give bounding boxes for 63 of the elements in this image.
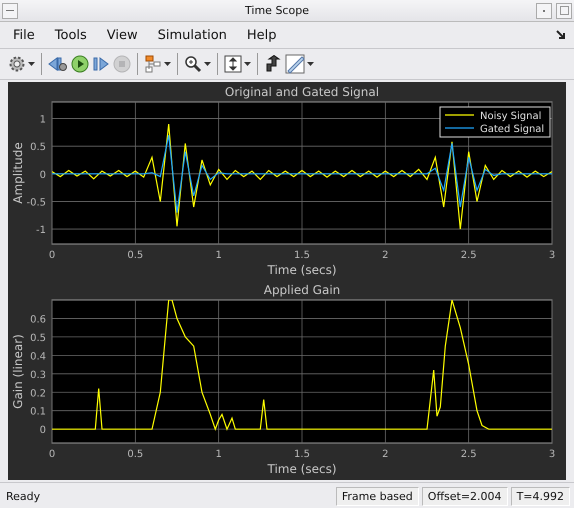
status-field: Frame based <box>336 486 419 506</box>
x-tick-label: 0.5 <box>127 250 144 261</box>
toolbar-button[interactable] <box>71 53 89 75</box>
toolbar-button[interactable] <box>224 53 251 75</box>
window-title: Time Scope <box>244 4 310 17</box>
x-tick-label: 2.5 <box>460 449 477 460</box>
menu-item[interactable]: Help <box>246 26 278 44</box>
y-tick-label: 0.5 <box>30 142 46 154</box>
menu-item[interactable]: Tools <box>54 26 88 44</box>
play-icon <box>71 55 89 73</box>
dash-icon <box>6 10 14 11</box>
step-forward-icon <box>92 55 110 73</box>
y-tick-label: 0.6 <box>30 314 46 326</box>
y-tick-label: 0 <box>40 425 46 436</box>
x-axis-title: Time (secs) <box>267 263 337 277</box>
x-axis-title: Time (secs) <box>267 462 337 476</box>
x-tick-label: 3 <box>548 449 556 460</box>
x-tick-label: 0 <box>48 250 56 261</box>
status-field: T=4.992 <box>510 486 570 506</box>
window-menu-button[interactable] <box>2 2 18 18</box>
chart-title: Original and Gated Signal <box>224 85 380 99</box>
x-tick-label: 2 <box>382 250 389 261</box>
menu-item[interactable]: View <box>106 26 139 44</box>
y-tick-label: -1 <box>36 225 46 236</box>
autoscale-icon <box>224 55 242 73</box>
y-tick-label: 0.3 <box>30 370 46 381</box>
status-field: Offset=2.004 <box>422 486 508 506</box>
gear-icon <box>8 55 26 73</box>
legend-label: Gated Signal <box>480 124 544 135</box>
x-tick-label: 2 <box>382 449 389 460</box>
status-message: Ready <box>6 490 42 502</box>
y-tick-label: 0.4 <box>30 351 46 362</box>
y-tick-label: 0.2 <box>30 388 46 400</box>
y-tick-label: 0 <box>40 170 46 181</box>
x-tick-label: 3 <box>548 250 556 261</box>
x-tick-label: 1 <box>215 449 222 460</box>
x-tick-label: 0 <box>48 449 56 460</box>
toolbar-button[interactable] <box>285 53 314 75</box>
y-tick-label: 1 <box>40 114 46 126</box>
x-tick-label: 0.5 <box>127 449 144 460</box>
menu-item[interactable]: File <box>12 26 36 44</box>
y-axis-title: Amplitude <box>11 142 25 204</box>
chart-title: Applied Gain <box>264 283 340 297</box>
legend-label: Noisy Signal <box>480 111 542 122</box>
square-icon <box>560 6 568 15</box>
step-back-icon <box>48 55 68 73</box>
toolbar-button[interactable] <box>144 53 171 75</box>
ruler-icon <box>285 54 305 74</box>
y-tick-label: -0.5 <box>26 197 46 208</box>
x-tick-label: 1 <box>215 250 222 261</box>
y-axis-title: Gain (linear) <box>11 334 25 409</box>
undock-arrow-icon[interactable] <box>556 30 566 40</box>
x-tick-label: 2.5 <box>460 250 477 261</box>
stop-icon <box>113 55 131 73</box>
y-tick-label: 0.1 <box>30 406 46 418</box>
x-tick-label: 1.5 <box>294 449 310 460</box>
hierarchy-icon <box>144 55 162 73</box>
y-tick-label: 0.5 <box>30 332 46 344</box>
x-tick-label: 1.5 <box>294 250 310 261</box>
menu-item[interactable]: Simulation <box>156 26 228 44</box>
maximize-button[interactable] <box>556 2 572 18</box>
step-arrow-icon <box>264 55 282 73</box>
zoom-in-icon <box>184 55 202 73</box>
